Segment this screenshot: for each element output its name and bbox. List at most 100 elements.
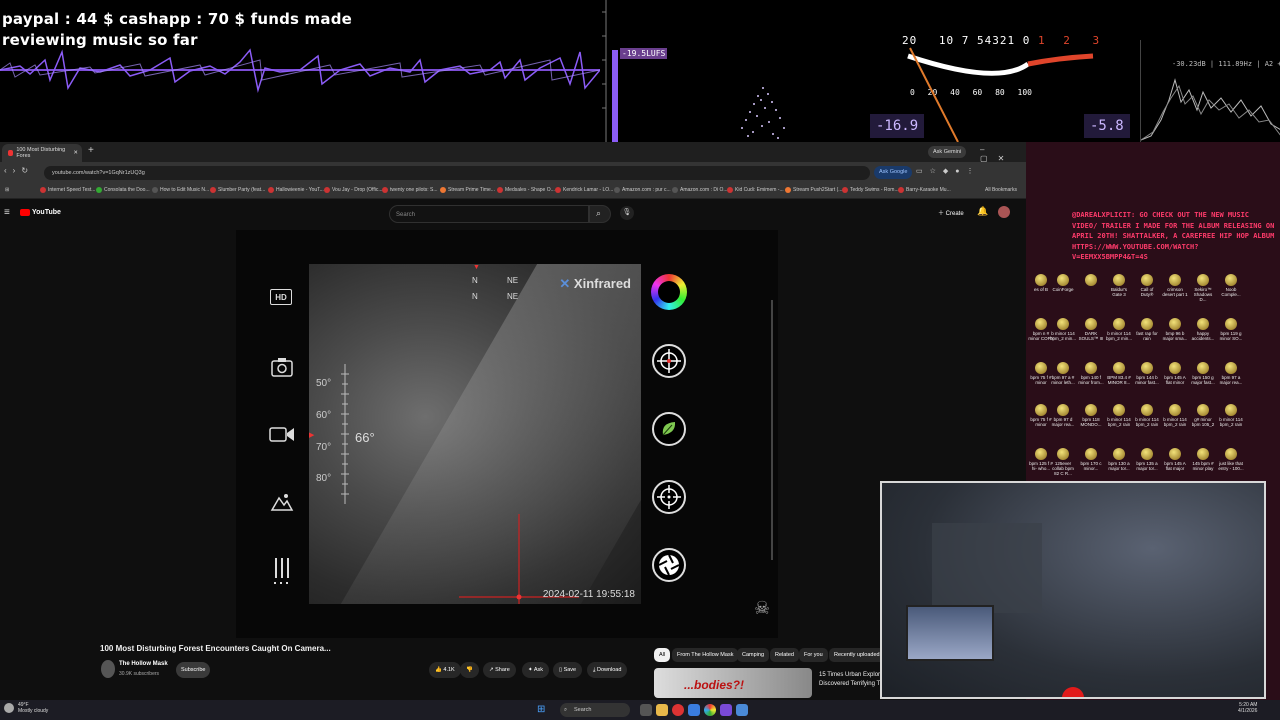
desktop-icon[interactable]: bpm 170 c minor... <box>1078 448 1104 471</box>
desktop-icon[interactable]: bpm 135 a major tor... <box>1134 448 1160 471</box>
search-input[interactable]: Search <box>389 205 589 223</box>
desktop-icon[interactable]: bpm 119 g minor SO... <box>1218 318 1244 341</box>
desktop-icon[interactable]: happy accidents... <box>1190 318 1216 341</box>
notifications-icon[interactable]: 🔔 <box>977 206 988 217</box>
close-tab-icon[interactable]: ✕ <box>73 150 78 156</box>
desktop-icon[interactable]: bpm 150 g major fast... <box>1190 362 1216 385</box>
weather-widget[interactable]: 49°F Mostly cloudy <box>18 702 48 714</box>
chip-from-channel[interactable]: From The Hollow Mask <box>672 648 739 662</box>
all-bookmarks[interactable]: All Bookmarks <box>985 187 1017 193</box>
desktop-icon[interactable]: bpm 97 d major rea... <box>1050 404 1076 427</box>
desktop-icon[interactable]: b minor 114 bpm_2 rain <box>1218 404 1244 427</box>
menu-icon[interactable]: ⋮ <box>967 168 981 175</box>
desktop-icon[interactable]: bpm 130 a major tor... <box>1106 448 1132 471</box>
chip-camping[interactable]: Camping <box>737 648 770 662</box>
desktop-icon[interactable]: fast rap for rain <box>1134 318 1160 341</box>
screenshot-icon[interactable]: ▭ <box>916 168 930 175</box>
reload-icon[interactable]: ↻ <box>21 166 34 175</box>
chip-for-you[interactable]: For you <box>799 648 828 662</box>
app-icon-store[interactable] <box>736 704 748 716</box>
desktop-icon[interactable]: bpm 145 A flat minor <box>1162 362 1188 385</box>
desktop-icon[interactable]: Noob Comple... <box>1218 274 1244 297</box>
bookmark-item[interactable]: Hallowieenie - YouT... <box>268 187 324 193</box>
bookmark-item[interactable]: Medsales - Shape O... <box>497 187 555 193</box>
ask-gemini-button[interactable]: Ask Gemini <box>928 146 967 158</box>
hamburger-menu-icon[interactable]: ≡ <box>4 207 10 218</box>
channel-avatar[interactable] <box>101 660 115 678</box>
bookmark-item[interactable]: Stream Push2Start (... <box>785 187 842 193</box>
search-button[interactable]: ⌕ <box>589 205 611 223</box>
chip-all[interactable]: All <box>654 648 671 662</box>
desktop-icon[interactable]: b minor 114 bpm_2 min... <box>1050 318 1076 341</box>
new-tab-button[interactable]: + <box>88 145 94 156</box>
task-view-icon[interactable] <box>640 704 652 716</box>
share-button[interactable]: ↗ Share <box>483 662 516 678</box>
tab-youtube[interactable]: 100 Most Disturbing Fores ✕ <box>2 144 82 162</box>
bookmark-item[interactable]: Barry-Karaoke Mu... <box>898 187 951 193</box>
ask-google-button[interactable]: Ask Google <box>874 166 913 179</box>
desktop-icon[interactable]: bpm 145 A flat major <box>1162 448 1188 471</box>
desktop-icon[interactable] <box>1078 274 1104 287</box>
desktop-icon[interactable]: DARK SOULS™ III <box>1078 318 1104 341</box>
weather-icon[interactable] <box>4 703 14 713</box>
chip-recently-uploaded[interactable]: Recently uploaded <box>829 648 885 662</box>
bookmark-item[interactable]: Amazon.com : pur c... <box>614 187 671 193</box>
bookmark-item[interactable]: twenty one pilots: S... <box>382 187 438 193</box>
chrome-icon[interactable] <box>704 704 716 716</box>
desktop-icon[interactable]: Sekiro™ Shadows D... <box>1190 274 1216 302</box>
desktop-icon[interactable]: g# minor bpm 105_2 <box>1190 404 1216 427</box>
channel-name[interactable]: The Hollow Mask <box>119 661 168 667</box>
avatar[interactable] <box>998 206 1010 218</box>
desktop-icon[interactable]: b minor 114 bpm_2 min... <box>1106 318 1132 341</box>
clock[interactable]: 5:20 AM 4/1/2026 <box>1238 702 1257 714</box>
recommended-title[interactable]: 15 Times Urban Explorers Discovered Terr… <box>819 671 888 689</box>
desktop-icon[interactable]: CoinForge <box>1050 274 1076 292</box>
start-icon[interactable]: ⊞ <box>537 704 545 715</box>
bookmark-item[interactable]: Teddy Swims - Rom... <box>842 187 899 193</box>
back-icon[interactable]: ‹ <box>4 166 13 175</box>
bookmark-item[interactable]: Consolata the Doo... <box>96 187 150 193</box>
url-input[interactable]: youtube.com/watch?v=1GqNr1zUQ3g <box>44 166 870 180</box>
desktop-icon[interactable]: BPM 83.4 # MINOR 8... <box>1106 362 1132 385</box>
desktop-icon[interactable]: Baldur's Gate 3 <box>1106 274 1132 297</box>
minimize-icon[interactable]: – <box>980 145 994 154</box>
desktop-icon[interactable]: bpm 97 a major rea... <box>1218 362 1244 385</box>
desktop-icon[interactable]: bpm 140 f minor from... <box>1078 362 1104 385</box>
app-icon-purple[interactable] <box>720 704 732 716</box>
desktop-icon[interactable]: bmp 96 b major sma... <box>1162 318 1188 341</box>
desktop-icon[interactable]: bpm 97 a # minor leth... <box>1050 362 1076 385</box>
desktop-icon[interactable]: just like that entry - 100... <box>1218 448 1244 471</box>
desktop-icon[interactable]: bpm 144 b minor fast... <box>1134 362 1160 385</box>
create-button[interactable]: ＋ Create <box>938 208 964 217</box>
video-player[interactable]: HD ✕ Xinfrared N NE N NE ▼ 50° 60° 70° 8… <box>236 230 778 638</box>
desktop-icon[interactable]: 125ever collab bpm 82 C R... <box>1050 448 1076 476</box>
chip-related[interactable]: Related <box>770 648 799 662</box>
mic-icon[interactable]: 🎙 <box>620 206 634 220</box>
download-button[interactable]: ⤓ Download <box>587 662 628 678</box>
ask-button[interactable]: ✦ Ask <box>522 662 550 678</box>
desktop-icon[interactable]: 145 bpm # minor play <box>1190 448 1216 471</box>
apps-icon[interactable]: ⊞ <box>5 187 9 193</box>
bookmark-item[interactable]: Kid Cudi: Emimem -... <box>727 187 784 193</box>
bookmark-item[interactable]: Internet Speed Test... <box>40 187 95 193</box>
bookmark-item[interactable]: Vou Jay - Drop (Offic... <box>324 187 382 193</box>
desktop-icon[interactable]: b minor 114 bpm_2 rain <box>1106 404 1132 427</box>
taskbar-search[interactable]: ⌕ Search <box>560 703 630 717</box>
like-button[interactable]: 👍 4.1K <box>429 662 461 678</box>
bookmark-item[interactable]: Stream Prime Time... <box>440 187 495 193</box>
star-icon[interactable]: ☆ <box>930 168 943 175</box>
save-button[interactable]: ▯ Save <box>553 662 583 678</box>
subscribe-button[interactable]: Subscribe <box>176 662 211 678</box>
youtube-logo[interactable]: YouTube <box>20 209 61 216</box>
dislike-button[interactable]: 👎 <box>460 662 479 678</box>
app-icon-blue[interactable] <box>688 704 700 716</box>
desktop-icon[interactable]: Call of Duty® <box>1134 274 1160 297</box>
bookmark-item[interactable]: Amazon.com : Di O... <box>672 187 728 193</box>
desktop-icon[interactable]: b minor 114 bpm_2 rain <box>1134 404 1160 427</box>
desktop-icon[interactable]: crimson desert part 1 <box>1162 274 1188 297</box>
extension-icon[interactable]: ◆ <box>943 168 955 175</box>
bookmark-item[interactable]: Kendrick Lamar - LO... <box>555 187 613 193</box>
bookmark-item[interactable]: Slumber Party (feat... <box>210 187 265 193</box>
desktop-icon[interactable]: b minor 114 bpm_2 rain <box>1162 404 1188 427</box>
profile-icon[interactable]: ● <box>955 168 966 175</box>
